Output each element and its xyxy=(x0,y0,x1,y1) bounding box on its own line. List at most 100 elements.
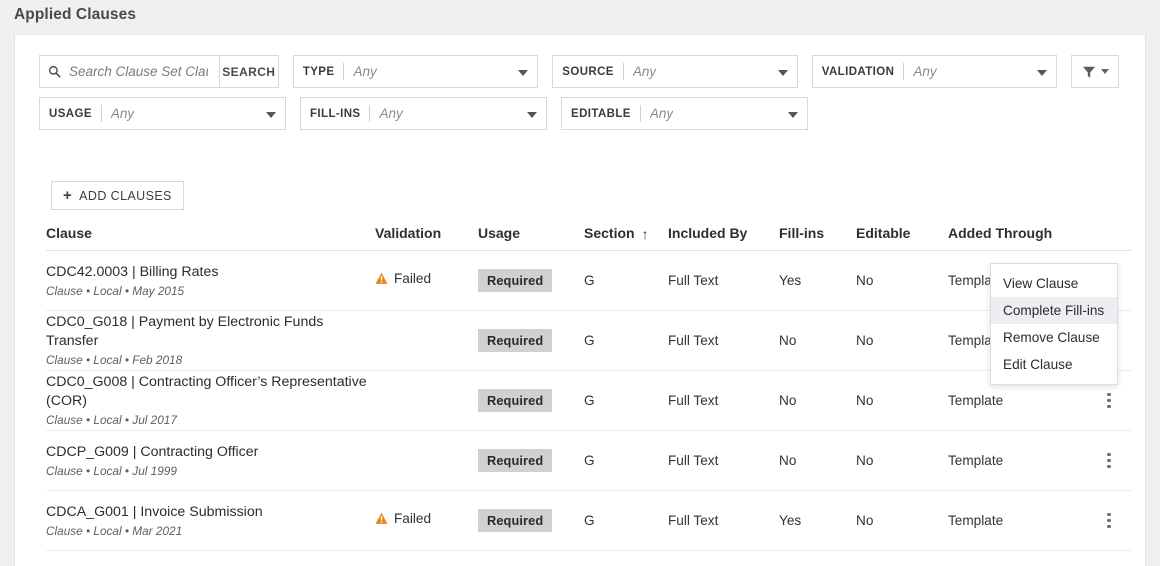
clause-title: CDC0_G008 | Contracting Officer’s Repres… xyxy=(46,374,367,410)
divider xyxy=(639,105,641,122)
cell-validation: Failed xyxy=(375,511,478,530)
search-field-wrapper[interactable] xyxy=(39,55,219,88)
table-row[interactable]: CDCP_G009 | Contracting Officer Clause •… xyxy=(46,431,1132,491)
validation-status-label: Failed xyxy=(394,511,432,526)
divider xyxy=(100,105,102,122)
warning-triangle-icon xyxy=(375,272,388,284)
table-header: Clause Validation Usage Section ↑ Include… xyxy=(46,225,1132,251)
cell-included-by: Full Text xyxy=(668,273,719,288)
cell-added-through: Template xyxy=(948,393,1004,408)
divider xyxy=(369,105,371,122)
cell-usage: Required xyxy=(478,509,584,532)
menu-item-edit-clause[interactable]: Edit Clause xyxy=(991,351,1117,378)
clause-title: CDCA_G001 | Invoice Submission xyxy=(46,503,263,520)
column-header-section[interactable]: Section ↑ xyxy=(584,225,668,241)
filter-fill-ins[interactable]: FILL-INS Any xyxy=(300,97,547,130)
cell-fill-ins: Yes xyxy=(779,513,802,528)
search-input[interactable] xyxy=(67,63,210,80)
cell-validation: Failed xyxy=(375,271,478,290)
add-clauses-button[interactable]: + ADD CLAUSES xyxy=(51,181,184,210)
chevron-down-icon xyxy=(1037,69,1048,76)
cell-editable: No xyxy=(856,453,874,468)
column-header-usage[interactable]: Usage xyxy=(478,225,584,241)
filter-validation[interactable]: VALIDATION Any xyxy=(811,55,1058,88)
add-clauses-label: ADD CLAUSES xyxy=(79,188,172,203)
chevron-down-icon xyxy=(266,111,276,118)
cell-usage: Required xyxy=(478,269,584,292)
cell-added-through: Template xyxy=(948,513,1004,528)
chevron-down-icon xyxy=(527,111,537,118)
status-badge: Required xyxy=(478,449,553,472)
cell-section: G xyxy=(584,453,595,468)
column-header-clause[interactable]: Clause xyxy=(46,225,375,241)
table-row[interactable]: CDC0_G018 | Payment by Electronic Funds … xyxy=(46,311,1132,371)
divider xyxy=(343,63,345,80)
clause-title: CDCP_G009 | Contracting Officer xyxy=(46,443,259,460)
table-row[interactable]: 352.237-75 | Key Personnel. Clause • HHS… xyxy=(46,551,1132,566)
chevron-down-icon xyxy=(777,69,788,76)
column-header-section-label: Section xyxy=(584,225,635,241)
sort-ascending-icon: ↑ xyxy=(641,226,649,242)
kebab-menu-icon[interactable] xyxy=(1099,510,1119,532)
table-row[interactable]: CDCA_G001 | Invoice Submission Clause • … xyxy=(46,491,1132,551)
cell-actions xyxy=(1085,450,1125,472)
kebab-menu-icon[interactable] xyxy=(1099,390,1119,412)
search-button[interactable]: SEARCH xyxy=(218,55,279,88)
filter-editable[interactable]: EDITABLE Any xyxy=(561,97,808,130)
row-context-menu[interactable]: View Clause Complete Fill-ins Remove Cla… xyxy=(990,263,1118,385)
cell-section: G xyxy=(584,513,595,528)
clause-subtitle: Clause • Local • Jul 1999 xyxy=(46,463,177,478)
cell-actions xyxy=(1085,390,1125,412)
cell-fill-ins: No xyxy=(779,393,797,408)
column-header-editable[interactable]: Editable xyxy=(856,225,948,241)
filter-source-value: Any xyxy=(632,64,657,79)
column-header-fill-ins[interactable]: Fill-ins xyxy=(779,225,856,241)
filter-funnel-icon xyxy=(1082,66,1095,78)
clause-title: CDC0_G018 | Payment by Electronic Funds … xyxy=(46,314,324,350)
cell-included-by: Full Text xyxy=(668,333,719,348)
filter-editable-label: EDITABLE xyxy=(571,107,631,120)
menu-item-remove-clause[interactable]: Remove Clause xyxy=(991,324,1117,351)
filter-validation-label: VALIDATION xyxy=(821,65,895,78)
column-header-included-by[interactable]: Included By xyxy=(668,225,779,241)
cell-actions xyxy=(1085,510,1125,532)
filter-validation-value: Any xyxy=(913,64,937,79)
clause-subtitle: Clause • Local • Mar 2021 xyxy=(46,523,183,538)
table-row[interactable]: CDC0_G008 | Contracting Officer’s Repres… xyxy=(46,371,1132,431)
clause-subtitle: Clause • Local • Jul 2017 xyxy=(46,413,177,427)
cell-section: G xyxy=(584,393,595,408)
column-header-validation[interactable]: Validation xyxy=(375,225,478,241)
advanced-filter-button[interactable] xyxy=(1071,55,1120,88)
filter-usage-value: Any xyxy=(110,106,135,121)
filter-panel: SEARCH TYPE Any SOURCE Any V xyxy=(39,55,1120,139)
table-row[interactable]: CDC42.0003 | Billing Rates Clause • Loca… xyxy=(46,251,1132,311)
menu-item-complete-fill-ins[interactable]: Complete Fill-ins xyxy=(991,297,1117,324)
filter-usage-label: USAGE xyxy=(49,107,92,120)
kebab-menu-icon[interactable] xyxy=(1099,450,1119,472)
table-header-row: Clause Validation Usage Section ↑ Include… xyxy=(46,225,1132,251)
cell-usage: Required xyxy=(478,389,584,412)
cell-clause: CDC42.0003 | Billing Rates Clause • Loca… xyxy=(46,263,375,299)
validation-status-label: Failed xyxy=(394,271,432,286)
filter-type[interactable]: TYPE Any xyxy=(292,55,539,88)
filter-row-secondary: USAGE Any FILL-INS Any EDITABLE Any xyxy=(39,97,1119,130)
search-icon xyxy=(48,65,61,78)
filter-fill-ins-label: FILL-INS xyxy=(310,107,361,120)
filter-source-label: SOURCE xyxy=(562,65,614,78)
applied-clauses-card: SEARCH TYPE Any SOURCE Any V xyxy=(14,34,1146,566)
chevron-down-icon xyxy=(788,111,798,118)
applied-clauses-page: Applied Clauses SEARCH TYPE Any xyxy=(0,0,1160,566)
cell-clause: CDC0_G008 | Contracting Officer’s Repres… xyxy=(46,373,375,427)
filter-source[interactable]: SOURCE Any xyxy=(552,55,798,88)
column-header-added-through[interactable]: Added Through xyxy=(948,225,1085,241)
cell-included-by: Full Text xyxy=(668,393,719,408)
cell-editable: No xyxy=(856,333,874,348)
cell-clause: CDCP_G009 | Contracting Officer Clause •… xyxy=(46,443,375,479)
menu-item-view-clause[interactable]: View Clause xyxy=(991,270,1117,297)
cell-usage: Required xyxy=(478,449,584,472)
status-badge: Required xyxy=(478,389,553,412)
cell-editable: No xyxy=(856,513,874,528)
filter-usage[interactable]: USAGE Any xyxy=(39,97,286,130)
cell-fill-ins: No xyxy=(779,453,797,468)
cell-included-by: Full Text xyxy=(668,453,719,468)
